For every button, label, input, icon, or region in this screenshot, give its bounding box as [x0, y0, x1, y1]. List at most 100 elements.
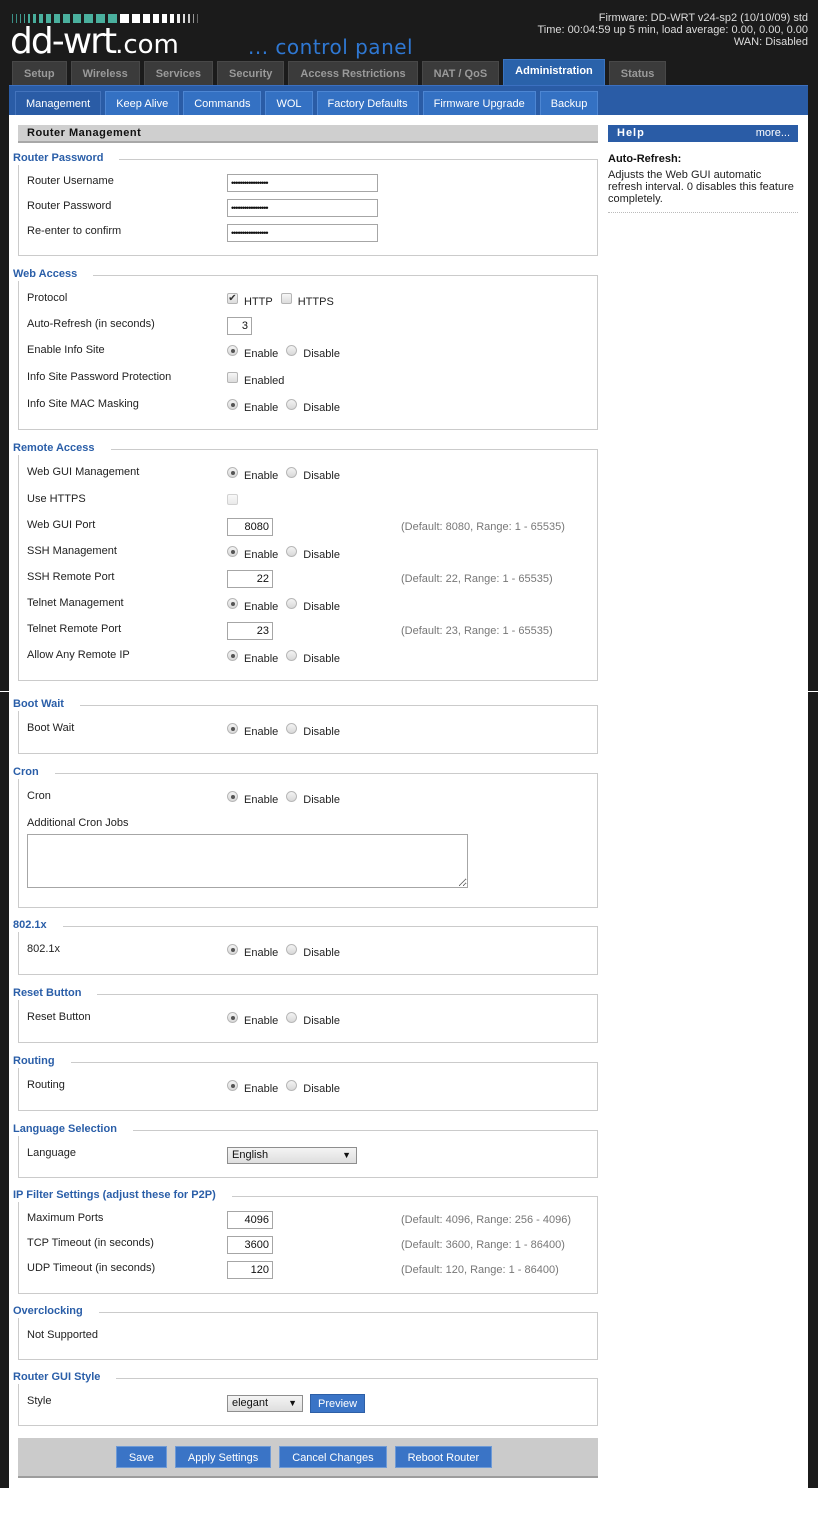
subtab-backup[interactable]: Backup — [539, 91, 599, 115]
telnet-port-input[interactable] — [227, 622, 273, 640]
subtab-wol[interactable]: WOL — [265, 91, 313, 115]
tab-nat-qos[interactable]: NAT / QoS — [421, 61, 500, 85]
style-selected: elegant — [232, 1396, 269, 1409]
cron-disable-radio[interactable] — [286, 790, 298, 802]
boot-wait-enable-radio[interactable] — [227, 722, 238, 734]
row-telnet-management: Telnet Management Enable Disable — [27, 596, 597, 614]
router-username-input[interactable] — [227, 174, 378, 192]
subtab-management[interactable]: Management — [15, 91, 102, 115]
tcp-timeout-input[interactable] — [227, 1236, 273, 1254]
ssh-enable-radio[interactable] — [227, 545, 238, 557]
label-info-site-password: Info Site Password Protection — [27, 371, 172, 383]
legend-language: Language Selection — [13, 1122, 133, 1136]
reboot-router-button[interactable]: Reboot Router — [394, 1446, 493, 1468]
save-button[interactable]: Save — [115, 1446, 167, 1468]
auto-refresh-input[interactable] — [227, 317, 252, 335]
ssh-disable-radio[interactable] — [286, 545, 298, 557]
label-max-ports: Maximum Ports — [27, 1212, 104, 1224]
row-telnet-port: Telnet Remote Port (Default: 23, Range: … — [27, 622, 597, 640]
tab-access-restrictions[interactable]: Access Restrictions — [288, 61, 418, 85]
disable-label: Disable — [303, 601, 340, 613]
tab-setup[interactable]: Setup — [12, 61, 67, 85]
label-ssh-management: SSH Management — [27, 545, 117, 557]
screenshot-seam — [0, 691, 818, 692]
info-site-disable-radio[interactable] — [286, 344, 298, 356]
label-routing: Routing — [27, 1079, 65, 1091]
subtab-firmware-upgrade[interactable]: Firmware Upgrade — [422, 91, 536, 115]
reset-button-disable-radio[interactable] — [286, 1011, 298, 1023]
enable-label: Enable — [244, 726, 279, 738]
dot1x-disable-radio[interactable] — [286, 943, 298, 955]
mac-masking-enable-radio[interactable] — [227, 398, 238, 410]
label-router-username: Router Username — [27, 175, 114, 187]
apply-settings-button[interactable]: Apply Settings — [174, 1446, 272, 1468]
style-select[interactable]: elegant ▼ — [227, 1394, 303, 1412]
max-ports-hint: (Default: 4096, Range: 256 - 4096) — [401, 1214, 572, 1226]
info-site-enable-radio[interactable] — [227, 344, 238, 356]
any-ip-disable-radio[interactable] — [286, 649, 298, 661]
header: dd-wrt.com ... control panel Firmware: D… — [0, 0, 818, 85]
cron-enable-radio[interactable] — [227, 790, 238, 802]
routing-disable-radio[interactable] — [286, 1079, 298, 1091]
subtab-commands[interactable]: Commands — [183, 91, 262, 115]
use-https-checkbox[interactable] — [227, 493, 238, 505]
legend-gui-style: Router GUI Style — [13, 1370, 117, 1384]
logo: dd-wrt.com — [10, 22, 179, 65]
udp-timeout-input[interactable] — [227, 1261, 273, 1279]
label-confirm-password: Re-enter to confirm — [27, 225, 122, 237]
label-telnet-management: Telnet Management — [27, 597, 124, 609]
routing-enable-radio[interactable] — [227, 1079, 238, 1091]
dot1x-enable-radio[interactable] — [227, 943, 238, 955]
label-mac-masking: Info Site MAC Masking — [27, 398, 139, 410]
reset-button-enable-radio[interactable] — [227, 1011, 238, 1023]
max-ports-input[interactable] — [227, 1211, 273, 1229]
disable-label: Disable — [303, 794, 340, 806]
telnet-disable-radio[interactable] — [286, 597, 298, 609]
tab-services[interactable]: Services — [143, 61, 213, 85]
label-udp-timeout: UDP Timeout (in seconds) — [27, 1262, 156, 1274]
label-boot-wait: Boot Wait — [27, 722, 75, 734]
row-auto-refresh: Auto-Refresh (in seconds) — [27, 317, 597, 335]
cancel-changes-button[interactable]: Cancel Changes — [279, 1446, 387, 1468]
row-allow-any-remote-ip: Allow Any Remote IP Enable Disable — [27, 648, 597, 666]
ssh-port-input[interactable] — [227, 570, 273, 588]
udp-timeout-hint: (Default: 120, Range: 1 - 86400) — [401, 1264, 559, 1276]
group-cron: Cron Cron Enable Disable Additional Cron… — [13, 765, 598, 908]
row-info-site-password: Info Site Password Protection Enabled — [27, 370, 597, 388]
mac-masking-disable-radio[interactable] — [286, 398, 298, 410]
confirm-password-input[interactable] — [227, 224, 378, 242]
telnet-enable-radio[interactable] — [227, 597, 238, 609]
preview-button[interactable]: Preview — [310, 1393, 366, 1413]
language-select[interactable]: English ▼ — [227, 1146, 357, 1164]
row-802-1x: 802.1x Enable Disable — [27, 942, 597, 960]
tab-wireless[interactable]: Wireless — [70, 61, 140, 85]
info-site-password-checkbox[interactable] — [227, 371, 238, 383]
webgui-enable-radio[interactable] — [227, 466, 238, 478]
webgui-port-input[interactable] — [227, 518, 273, 536]
tab-status[interactable]: Status — [608, 61, 667, 85]
http-checkbox[interactable]: ✔ — [227, 292, 238, 304]
enable-label: Enable — [244, 348, 279, 360]
webgui-port-hint: (Default: 8080, Range: 1 - 65535) — [401, 521, 565, 533]
label-cron-jobs: Additional Cron Jobs — [27, 817, 129, 829]
firmware-info: Firmware: DD-WRT v24-sp2 (10/10/09) std — [598, 12, 808, 24]
boot-wait-disable-radio[interactable] — [286, 722, 298, 734]
any-ip-enable-radio[interactable] — [227, 649, 238, 661]
group-gui-style: Router GUI Style Style elegant ▼ Preview — [13, 1370, 598, 1426]
logo-bar — [197, 14, 198, 23]
subtab-factory-defaults[interactable]: Factory Defaults — [316, 91, 419, 115]
tab-administration[interactable]: Administration — [503, 59, 605, 85]
row-language: Language English ▼ — [27, 1146, 597, 1164]
logo-subtitle: ... control panel — [248, 35, 414, 59]
webgui-disable-radio[interactable] — [286, 466, 298, 478]
tab-security[interactable]: Security — [216, 61, 285, 85]
cron-jobs-textarea[interactable] — [27, 834, 468, 888]
row-cron: Cron Enable Disable — [27, 789, 597, 807]
group-routing: Routing Routing Enable Disable — [13, 1054, 598, 1111]
subtab-keep-alive[interactable]: Keep Alive — [105, 91, 180, 115]
label-cron: Cron — [27, 790, 51, 802]
https-checkbox[interactable] — [280, 292, 292, 304]
help-more-link[interactable]: more... — [756, 125, 790, 142]
enable-label: Enable — [244, 1015, 279, 1027]
router-password-input[interactable] — [227, 199, 378, 217]
